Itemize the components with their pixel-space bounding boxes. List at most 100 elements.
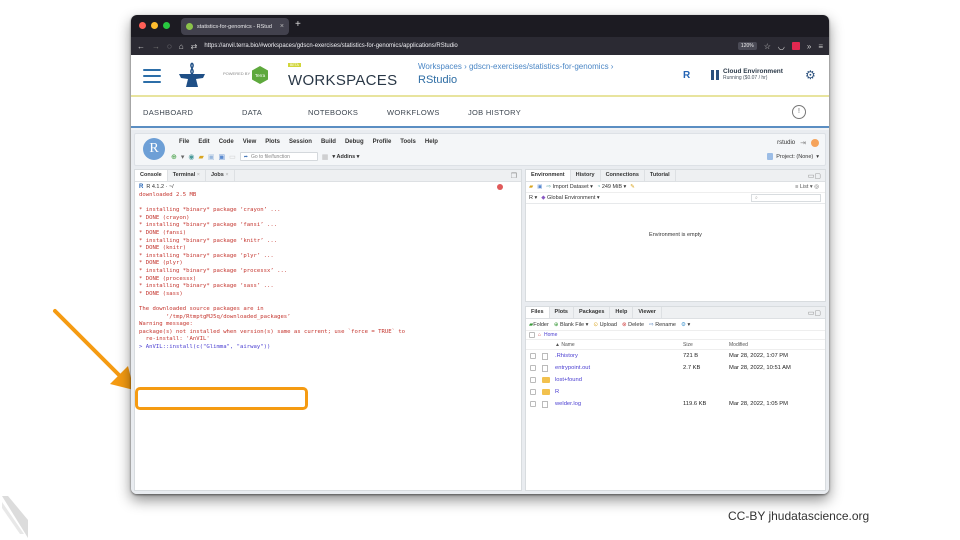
broom-icon[interactable]: ✎ [630,184,635,190]
file-row[interactable]: .Rhistory 721 B Mar 28, 2022, 1:07 PM [526,350,825,362]
menu-help[interactable]: Help [425,139,438,145]
tab-connections[interactable]: Connections [601,170,645,181]
menu-code[interactable]: Code [219,139,234,145]
file-checkbox[interactable] [530,365,536,371]
delete-button[interactable]: ⊗ Delete [622,322,644,328]
menu-icon[interactable]: ≡ [818,42,823,51]
console-output[interactable]: downloaded 2.5 MB * installing *binary* p… [135,192,521,351]
menu-profile[interactable]: Profile [373,139,392,145]
lock-icon[interactable]: ⌂ [179,42,184,51]
overflow-icon[interactable]: » [807,42,811,51]
close-icon[interactable]: × [225,172,228,178]
power-icon[interactable] [811,139,819,147]
save-workspace-icon[interactable]: ▣ [537,184,542,190]
pocket-icon[interactable]: ◡ [778,42,785,51]
file-row[interactable]: R [526,386,825,398]
shield-icon[interactable]: ◌ [167,42,172,51]
breadcrumb[interactable]: Workspaces › gdscn-exercises/statistics-… [418,62,613,71]
tab-terminal[interactable]: Terminal × [168,170,206,181]
back-icon[interactable]: ← [137,42,145,51]
column-name[interactable]: ▲ Name [555,342,683,348]
addins-menu[interactable]: ▾ Addins ▾ [332,154,359,160]
file-name[interactable]: .Rhistory [555,353,683,359]
menu-file[interactable]: File [179,139,189,145]
tab-help[interactable]: Help [610,307,634,318]
file-row[interactable]: entrypoint.out 2.7 KB Mar 28, 2022, 10:51 … [526,362,825,374]
info-icon[interactable]: ! [792,105,806,119]
grid-icon[interactable]: ▦ [322,153,329,161]
file-name[interactable]: entrypoint.out [555,365,683,371]
language-selector[interactable]: R ▾ [529,195,537,201]
url-input[interactable]: https://anvil.terra.bio/#workspaces/gdsc… [204,43,731,49]
hamburger-menu-icon[interactable] [143,69,161,87]
browser-tab[interactable]: statistics-for-genomics - RStud × [181,18,289,35]
file-row[interactable]: welder.log 119.6 KB Mar 28, 2022, 1:05 PM [526,398,825,410]
file-checkbox[interactable] [530,401,536,407]
rename-button[interactable]: ⇨ Rename [649,322,676,328]
tab-jobs[interactable]: Jobs × [206,170,235,181]
file-name[interactable]: R [555,389,683,395]
file-row[interactable]: lost+found [526,374,825,386]
bookmark-star-icon[interactable]: ☆ [764,42,771,51]
cloud-environment-status[interactable]: Cloud Environment Running ($0.07 / hr) [723,68,783,81]
tab-job-history[interactable]: JOB HISTORY [468,108,521,117]
memory-usage[interactable]: ◔ 249 MiB ▾ [597,184,626,190]
file-name[interactable]: welder.log [555,401,683,407]
r-app-icon[interactable]: R [683,70,690,81]
project-menu[interactable]: Project: (None) ▾ [767,153,819,160]
new-folder-button[interactable]: ▰Folder [529,322,549,328]
select-all-checkbox[interactable] [529,332,535,338]
upload-button[interactable]: ⊙ Upload [593,322,617,328]
minimize-maximize-icon[interactable]: ▭▢ [808,309,821,317]
column-modified[interactable]: Modified [729,342,825,348]
menu-plots[interactable]: Plots [265,139,280,145]
load-workspace-icon[interactable]: ▰ [529,184,533,190]
tab-packages[interactable]: Packages [574,307,611,318]
save-all-icon[interactable]: ▣ [219,153,226,161]
new-project-icon[interactable]: ◉ [188,153,194,161]
minimize-maximize-icon[interactable]: ▭▢ [808,172,821,180]
tab-history[interactable]: History [571,170,601,181]
tab-environment[interactable]: Environment [526,170,571,181]
menu-build[interactable]: Build [321,139,336,145]
menu-view[interactable]: View [243,139,257,145]
menu-debug[interactable]: Debug [345,139,364,145]
file-checkbox[interactable] [530,377,536,383]
permissions-icon[interactable]: ⇄ [191,42,198,51]
tab-tutorial[interactable]: Tutorial [645,170,676,181]
close-window-button[interactable] [139,22,146,29]
tab-data[interactable]: DATA [242,108,262,117]
maximize-pane-icon[interactable]: ❐ [511,172,517,180]
menu-session[interactable]: Session [289,139,312,145]
save-icon[interactable]: ▣ [208,153,215,161]
home-icon[interactable]: ⌂ [538,332,541,338]
file-checkbox[interactable] [530,389,536,395]
more-settings-button[interactable]: ⚙ ▾ [681,322,690,328]
tab-close-icon[interactable]: × [280,23,284,30]
menu-tools[interactable]: Tools [400,139,416,145]
tab-workflows[interactable]: WORKFLOWS [387,108,440,117]
gear-icon[interactable]: ⚙ [805,68,816,82]
forward-icon[interactable]: → [152,42,160,51]
environment-search-input[interactable]: ⌕ [751,194,821,202]
file-checkbox[interactable] [530,353,536,359]
goto-file-input[interactable]: ➦ Go to file/function [239,152,318,161]
new-file-icon[interactable]: ⊕ [171,153,177,161]
menu-edit[interactable]: Edit [198,139,209,145]
global-environment-selector[interactable]: ◆ Global Environment ▾ [541,195,599,201]
tab-dashboard[interactable]: DASHBOARD [143,108,193,117]
tab-notebooks[interactable]: NOTEBOOKS [308,108,358,117]
workspaces-title[interactable]: WORKSPACES [288,72,397,89]
tab-plots[interactable]: Plots [550,307,574,318]
file-name[interactable]: lost+found [555,377,683,383]
column-size[interactable]: Size [683,342,729,348]
maximize-window-button[interactable] [163,22,170,29]
new-tab-button[interactable]: + [295,19,301,30]
tab-viewer[interactable]: Viewer [633,307,662,318]
dropdown-icon[interactable]: ▾ [181,153,185,161]
close-icon[interactable]: × [197,172,200,178]
minimize-window-button[interactable] [151,22,158,29]
home-link[interactable]: Home [544,332,557,338]
pause-icon[interactable] [711,70,719,80]
blank-file-button[interactable]: ⊕ Blank File ▾ [554,322,589,328]
